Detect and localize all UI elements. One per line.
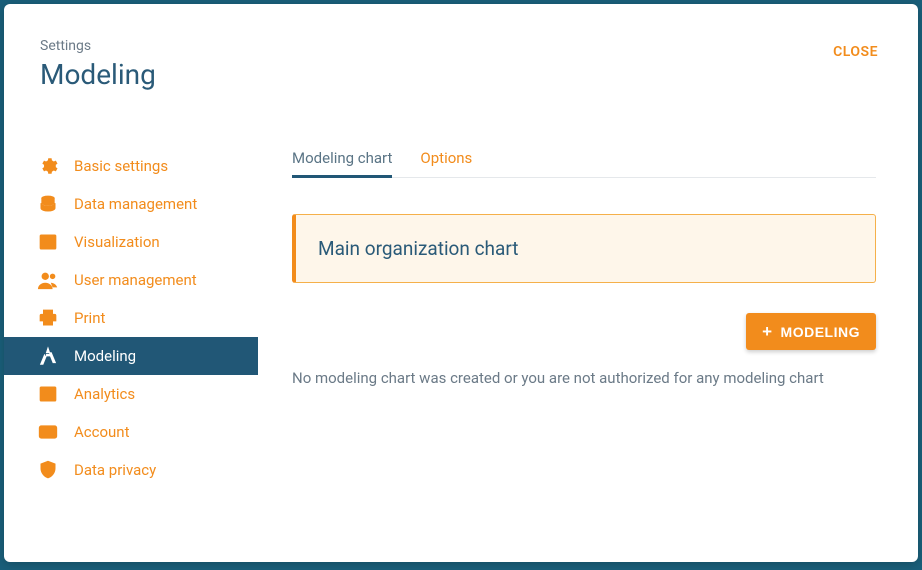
sidebar-item-label: Print [74, 309, 105, 327]
users-icon [34, 270, 62, 290]
sidebar-item-basic-settings[interactable]: Basic settings [4, 147, 258, 185]
chart-card-title: Main organization chart [318, 237, 518, 260]
sidebar-item-data-privacy[interactable]: Data privacy [4, 451, 258, 489]
close-button[interactable]: CLOSE [833, 38, 878, 60]
sidebar-item-user-management[interactable]: User management [4, 261, 258, 299]
empty-message: No modeling chart was created or you are… [292, 368, 876, 389]
sidebar-item-label: Account [74, 423, 130, 441]
sidebar-item-label: Modeling [74, 347, 136, 365]
sidebar-item-print[interactable]: Print [4, 299, 258, 337]
sidebar-item-visualization[interactable]: Visualization [4, 223, 258, 261]
add-button-label: MODELING [781, 324, 860, 340]
compass-icon [34, 346, 62, 366]
printer-icon [34, 308, 62, 328]
action-row: + MODELING [292, 313, 876, 350]
sidebar-item-label: Data management [74, 195, 197, 213]
gear-icon [34, 156, 62, 176]
card-icon [34, 422, 62, 442]
sidebar: Basic settings Data management Visualiza… [4, 107, 258, 562]
tabs: Modeling chart Options [292, 139, 876, 178]
add-modeling-button[interactable]: + MODELING [746, 313, 876, 350]
plus-icon: + [762, 323, 772, 340]
breadcrumb: Settings [40, 38, 156, 54]
sidebar-item-label: Basic settings [74, 157, 168, 175]
grid-icon [34, 232, 62, 252]
sidebar-item-label: Visualization [74, 233, 160, 251]
database-icon [34, 194, 62, 214]
sidebar-item-account[interactable]: Account [4, 413, 258, 451]
modal-body: Basic settings Data management Visualiza… [4, 107, 918, 562]
content-area: Modeling chart Options Main organization… [258, 107, 918, 562]
chart-icon [34, 384, 62, 404]
tab-modeling-chart[interactable]: Modeling chart [292, 139, 392, 177]
sidebar-item-analytics[interactable]: Analytics [4, 375, 258, 413]
sidebar-item-label: Analytics [74, 385, 135, 403]
sidebar-item-modeling[interactable]: Modeling [4, 337, 258, 375]
sidebar-item-label: User management [74, 271, 197, 289]
page-title: Modeling [40, 58, 156, 91]
settings-modal: Settings Modeling CLOSE Basic settings D… [4, 4, 918, 562]
shield-icon [34, 460, 62, 480]
sidebar-item-data-management[interactable]: Data management [4, 185, 258, 223]
chart-card[interactable]: Main organization chart [292, 214, 876, 283]
header-left: Settings Modeling [40, 38, 156, 91]
modal-header: Settings Modeling CLOSE [4, 4, 918, 107]
tab-options[interactable]: Options [420, 139, 472, 177]
sidebar-item-label: Data privacy [74, 461, 156, 479]
